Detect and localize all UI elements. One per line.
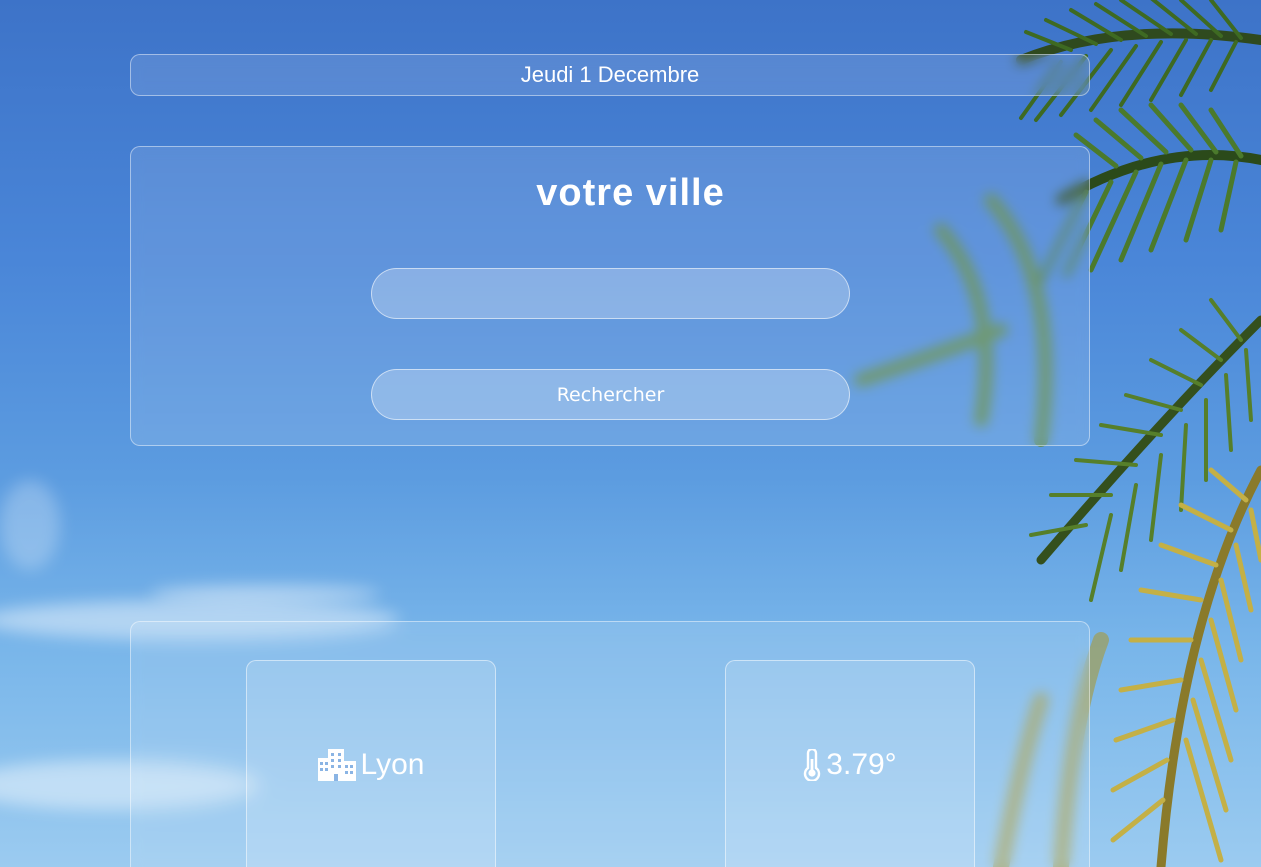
date-bar: Jeudi 1 Decembre: [130, 54, 1090, 96]
cloud: [0, 480, 60, 570]
search-button[interactable]: Rechercher: [371, 369, 850, 420]
city-card: Lyon: [246, 660, 496, 867]
temperature-value: 3.79°: [826, 748, 897, 781]
building-icon: [317, 749, 356, 781]
city-name: Lyon: [360, 748, 425, 781]
cloud: [150, 585, 380, 603]
city-search-input[interactable]: [371, 268, 850, 319]
background-scene: Jeudi 1 Decembre votre ville Rechercher: [0, 0, 1261, 867]
current-date: Jeudi 1 Decembre: [520, 62, 700, 87]
thermometer-icon: [803, 749, 821, 781]
temperature-card: 3.79°: [725, 660, 975, 867]
search-title: votre ville: [536, 172, 725, 214]
